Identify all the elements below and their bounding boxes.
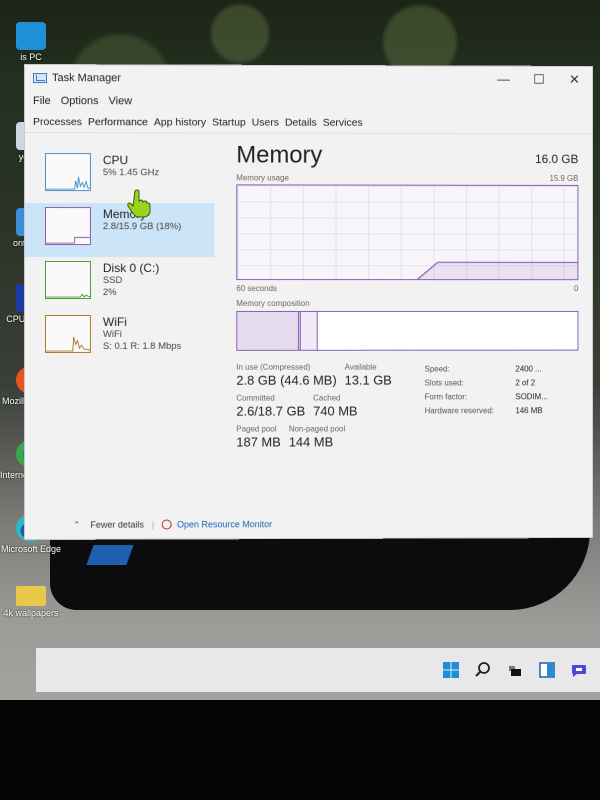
wallpaper-car-body [50, 530, 590, 610]
task-view-icon[interactable] [506, 661, 524, 679]
chat-icon[interactable] [570, 661, 588, 679]
sidebar-disk-name: Disk 0 (C:) [102, 261, 160, 276]
time-span-label: 60 seconds [236, 284, 277, 294]
desktop-icon-this-pc[interactable]: is PC [0, 22, 62, 62]
menu-options[interactable]: Options [61, 95, 99, 107]
stat-paged-pool: Paged pool 187 MB [236, 424, 281, 450]
memory-details-pane: Memory 16.0 GB Memory usage 15.9 GB 60 s… [214, 135, 592, 510]
folder-icon [16, 586, 46, 606]
sidebar-wifi-adapter: WiFi [102, 328, 122, 340]
window-title: Task Manager [51, 72, 121, 85]
time-end-label: 0 [574, 284, 579, 294]
desktop-icon-wallpapers-folder[interactable]: 4k wallpapers [0, 586, 62, 618]
resource-monitor-icon [162, 519, 173, 530]
composition-in-use [237, 311, 299, 350]
desktop-icon-label: Microsoft Edge [0, 544, 62, 554]
memory-total: 16.0 GB [535, 152, 579, 167]
memory-usage-max: 15.9 GB [549, 173, 579, 183]
desktop-icon-label: is PC [20, 52, 42, 62]
resource-sidebar: CPU 5% 1.45 GHz Memory 2.8/15.9 GB (18%) [24, 135, 215, 511]
detail-slots-used: Slots used: 2 of 2 [424, 378, 536, 388]
task-manager-app-icon [32, 73, 47, 84]
task-manager-window: Task Manager — ☐ ✕ File Options View Pro… [24, 64, 594, 540]
detail-hardware-reserved: Hardware reserved: 146 MB [424, 406, 543, 416]
tab-performance[interactable]: Performance [88, 114, 148, 130]
stat-available: Available 13.1 GB [344, 362, 392, 388]
close-button[interactable]: ✕ [557, 72, 592, 88]
chevron-up-icon[interactable]: ⌃ [73, 519, 81, 530]
sidebar-disk-type: SSD [102, 275, 123, 287]
detail-speed: Speed: 2400 ... [424, 364, 542, 374]
disk-thumbnail-graph [44, 261, 91, 300]
detail-form-factor: Form factor: SODIM... [424, 392, 548, 402]
memory-usage-label: Memory usage [236, 173, 289, 183]
sidebar-item-disk[interactable]: Disk 0 (C:) SSD 2% [25, 257, 214, 311]
start-icon[interactable] [442, 661, 460, 679]
sidebar-item-wifi[interactable]: WiFi WiFi S: 0.1 R: 1.8 Mbps [25, 311, 214, 365]
sidebar-wifi-name: WiFi [102, 314, 127, 329]
desktop-icon-label: 4k wallpapers [3, 608, 59, 618]
tab-processes[interactable]: Processes [33, 114, 82, 130]
stat-cached: Cached 740 MB [313, 393, 358, 419]
sidebar-disk-usage: 2% [102, 287, 117, 299]
footer-divider: | [151, 519, 155, 530]
performance-pane: CPU 5% 1.45 GHz Memory 2.8/15.9 GB (18%) [24, 135, 592, 511]
memory-composition-bar [236, 310, 579, 351]
sidebar-cpu-name: CPU [102, 153, 129, 168]
sidebar-cpu-stats: 5% 1.45 GHz [102, 167, 160, 179]
hand-cursor-icon [127, 189, 151, 218]
sidebar-memory-stats: 2.8/15.9 GB (18%) [102, 221, 182, 233]
tab-users[interactable]: Users [252, 114, 279, 130]
open-resource-monitor-link[interactable]: Open Resource Monitor [177, 519, 272, 529]
taskbar [36, 648, 600, 692]
minimize-button[interactable]: — [486, 72, 521, 88]
tab-startup[interactable]: Startup [212, 114, 246, 130]
stat-committed: Committed 2.6/18.7 GB [236, 393, 306, 419]
composition-free [317, 311, 578, 350]
tab-services[interactable]: Services [323, 114, 363, 130]
tab-bar: Processes Performance App history Startu… [24, 111, 593, 135]
widgets-icon[interactable] [538, 661, 556, 679]
tab-app-history[interactable]: App history [154, 114, 206, 130]
fewer-details-button[interactable]: Fewer details [90, 520, 143, 530]
memory-thumbnail-graph [44, 207, 91, 246]
menu-file[interactable]: File [33, 95, 51, 107]
stat-in-use: In use (Compressed) 2.8 GB (44.6 MB) [236, 362, 337, 388]
wallpaper-car-accent [86, 545, 134, 565]
desktop: is PC ycle B ontrol Pa CPUID CPU Mozilla… [0, 0, 600, 700]
cpu-thumbnail-graph [44, 153, 91, 192]
memory-usage-area [417, 262, 578, 280]
sidebar-item-cpu[interactable]: CPU 5% 1.45 GHz [25, 149, 214, 203]
memory-usage-graph [236, 184, 579, 281]
page-title: Memory [236, 141, 323, 169]
wifi-thumbnail-graph [44, 314, 91, 353]
sidebar-item-memory[interactable]: Memory 2.8/15.9 GB (18%) [24, 203, 215, 258]
sidebar-wifi-throughput: S: 0.1 R: 1.8 Mbps [102, 340, 182, 352]
composition-standby [300, 311, 318, 350]
menu-bar: File Options View [25, 91, 592, 113]
memory-composition-label: Memory composition [236, 299, 310, 308]
title-bar[interactable]: Task Manager — ☐ ✕ [25, 65, 592, 93]
maximize-button[interactable]: ☐ [521, 72, 556, 88]
this-pc-icon [16, 22, 46, 50]
footer-bar: ⌃ Fewer details | Open Resource Monitor [25, 509, 592, 539]
memory-hardware-details: Speed: 2400 ... Slots used: 2 of 2 Form fa… [425, 363, 553, 456]
search-icon[interactable] [474, 661, 492, 679]
memory-stats: In use (Compressed) 2.8 GB (44.6 MB) Ava… [236, 363, 578, 456]
tab-details[interactable]: Details [285, 114, 317, 130]
window-controls: — ☐ ✕ [486, 72, 592, 88]
menu-view[interactable]: View [109, 95, 133, 107]
stat-non-paged-pool: Non-paged pool 144 MB [288, 424, 346, 450]
